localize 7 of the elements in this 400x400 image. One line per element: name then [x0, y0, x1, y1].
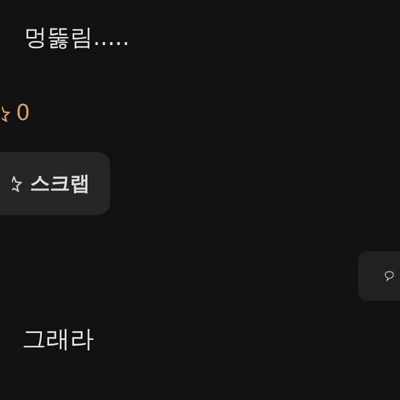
star-icon: [12, 176, 22, 192]
scrap-button[interactable]: 스크랩: [0, 152, 110, 215]
like-count: 0: [16, 101, 30, 126]
post-text: 멍뚫림.....: [24, 24, 130, 53]
star-icon: [2, 106, 10, 122]
comment-text: 그래라: [22, 324, 95, 355]
comment-button[interactable]: [358, 251, 400, 301]
